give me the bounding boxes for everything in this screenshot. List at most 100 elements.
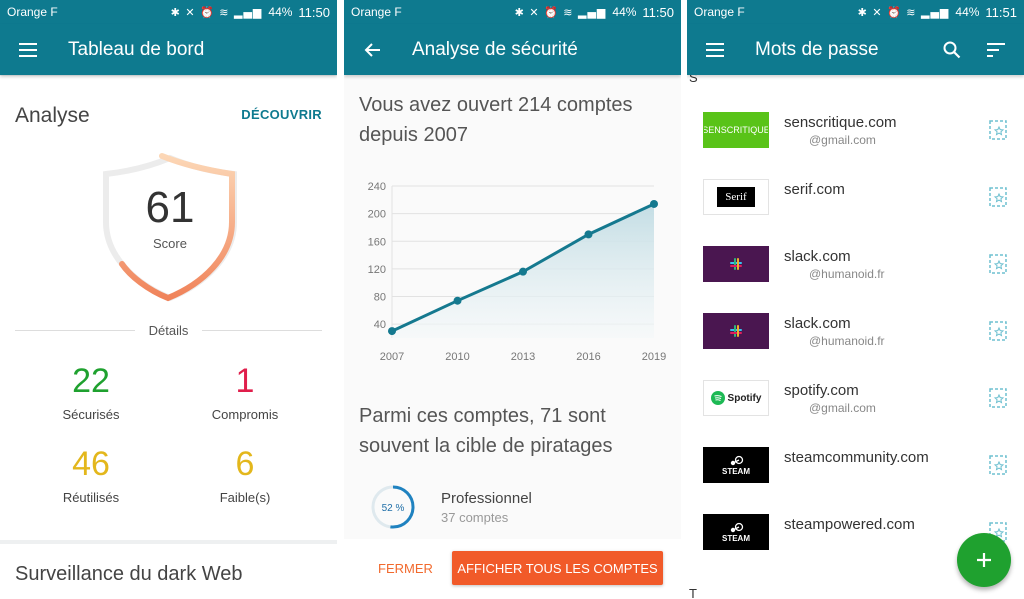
sort-icon[interactable] (984, 38, 1008, 62)
professional-progress-ring: 52 % (371, 485, 415, 529)
accounts-growth-chart: 40 80 120 160 200 240 2007 2010 2013 2016 2019 (368, 181, 667, 363)
battery-level: 44% (268, 5, 293, 19)
password-item[interactable]: slack.com @humanoid.fr (687, 301, 1024, 368)
password-item[interactable]: STEAM steamcommunity.com (687, 435, 1024, 502)
carrier-name: Orange F (7, 5, 58, 19)
chart-y-tick: 240 (368, 181, 386, 193)
score-value: 61 (145, 183, 195, 232)
app-bar: Tableau de bord (0, 24, 337, 75)
stat-weak-label: Faible(s) (219, 490, 271, 505)
copy-password-icon[interactable] (987, 252, 1011, 276)
site-name: serif.com (784, 181, 845, 198)
security-analysis-screen: Orange F ✱ ✕ ⏰ ≋ ▂▄▆ 44% 11:50 Analyse d… (344, 0, 681, 599)
chart-x-tick: 2010 (445, 351, 469, 363)
logo-text: Spotify (727, 392, 762, 404)
logo-text: STEAM (722, 466, 750, 476)
plus-icon (977, 553, 991, 567)
app-bar: Analyse de sécurité (344, 24, 681, 75)
analyse-title: Analyse (15, 104, 90, 127)
logo-text: STEAM (722, 533, 750, 543)
stat-weak-value: 6 (235, 445, 255, 483)
app-bar: Mots de passe (687, 24, 1024, 75)
chart-point (584, 230, 593, 239)
copy-password-icon[interactable] (987, 185, 1011, 209)
clock: 11:50 (642, 4, 674, 20)
status-icons: ✱ ✕ ⏰ ≋ ▂▄▆ (170, 5, 263, 19)
menu-icon[interactable] (16, 38, 40, 62)
add-password-button[interactable] (957, 533, 1011, 587)
stat-compromised[interactable]: 1 Compromis (175, 362, 315, 422)
show-all-accounts-button[interactable]: AFFICHER TOUS LES COMPTES (452, 551, 663, 585)
password-item[interactable]: SENSCRITIQUE senscritique.com @gmail.com (687, 100, 1024, 167)
site-name: slack.com (784, 248, 851, 265)
copy-password-icon[interactable] (987, 319, 1011, 343)
details-divider: Détails (15, 323, 322, 338)
clock: 11:51 (985, 4, 1017, 20)
page-title: Analyse de sécurité (412, 38, 578, 60)
passwords-screen: Orange F ✱ ✕ ⏰ ≋ ▂▄▆ 44% 11:51 Mots de p… (687, 0, 1024, 599)
stat-compromised-label: Compromis (211, 407, 279, 422)
accounts-headline: Vous avez ouvert 214 comptes depuis 2007 (359, 94, 633, 146)
battery-level: 44% (612, 5, 637, 19)
copy-password-icon[interactable] (987, 453, 1011, 477)
carrier-name: Orange F (351, 5, 402, 19)
action-footer: FERMER AFFICHER TOUS LES COMPTES (344, 539, 681, 599)
status-bar: Orange F ✱ ✕ ⏰ ≋ ▂▄▆ 44% 11:50 (344, 0, 681, 24)
battery-level: 44% (955, 5, 980, 19)
clock: 11:50 (298, 4, 330, 20)
professional-percent: 52 % (382, 503, 405, 514)
copy-password-icon[interactable] (987, 118, 1011, 142)
logo-text: SENSCRITIQUE (703, 125, 769, 135)
stat-compromised-value: 1 (235, 362, 255, 400)
close-button[interactable]: FERMER (378, 561, 433, 576)
stat-reused[interactable]: 46 Réutilisés (21, 445, 161, 505)
chart-x-tick: 2007 (380, 351, 404, 363)
stat-secure[interactable]: 22 Sécurisés (21, 362, 161, 422)
stat-reused-label: Réutilisés (62, 490, 120, 505)
status-icons: ✱ ✕ ⏰ ≋ ▂▄▆ (857, 5, 950, 19)
chart-point (453, 296, 462, 305)
dashboard-screen: Orange F ✱ ✕ ⏰ ≋ ▂▄▆ 44% 11:50 Tableau d… (0, 0, 337, 599)
chart-point (388, 327, 396, 336)
account-email: @gmail.com (809, 401, 876, 415)
chart-x-tick: 2013 (511, 351, 535, 363)
dark-web-card[interactable]: Surveillance du dark Web (0, 544, 337, 599)
password-item[interactable]: Serif serif.com (687, 167, 1024, 234)
copy-password-icon[interactable] (987, 386, 1011, 410)
dark-web-title: Surveillance du dark Web (15, 563, 243, 585)
analyse-card: Analyse DÉCOUVRIR 61 Score Détails 22 Sé… (0, 76, 337, 540)
slack-logo (703, 246, 769, 282)
site-name: senscritique.com (784, 114, 897, 131)
site-name: steampowered.com (784, 516, 915, 533)
discover-button[interactable]: DÉCOUVRIR (241, 107, 322, 122)
section-header-t: T (689, 586, 697, 599)
search-icon[interactable] (940, 38, 964, 62)
status-bar: Orange F ✱ ✕ ⏰ ≋ ▂▄▆ 44% 11:51 (687, 0, 1024, 24)
stat-weak[interactable]: 6 Faible(s) (175, 445, 315, 505)
carrier-name: Orange F (694, 5, 745, 19)
chart-y-tick: 40 (374, 319, 386, 331)
back-arrow-icon[interactable] (360, 38, 384, 62)
account-email: @humanoid.fr (809, 267, 885, 281)
account-email: @gmail.com (809, 133, 876, 147)
password-item[interactable]: Spotify spotify.com @gmail.com (687, 368, 1024, 435)
spotify-logo: Spotify (703, 380, 769, 416)
status-icons: ✱ ✕ ⏰ ≋ ▂▄▆ (514, 5, 607, 19)
steam-logo: STEAM (703, 447, 769, 483)
chart-y-tick: 80 (374, 292, 386, 304)
professional-count: 37 comptes (441, 510, 509, 525)
menu-icon[interactable] (703, 38, 727, 62)
chart-x-tick: 2016 (576, 351, 600, 363)
targeted-headline: Parmi ces comptes, 71 sont souvent la ci… (359, 405, 613, 457)
account-email: @humanoid.fr (809, 334, 885, 348)
password-item[interactable]: slack.com @humanoid.fr (687, 234, 1024, 301)
chart-point (519, 267, 527, 276)
logo-text: Serif (717, 187, 755, 207)
chart-y-tick: 200 (368, 209, 386, 221)
status-bar: Orange F ✱ ✕ ⏰ ≋ ▂▄▆ 44% 11:50 (0, 0, 337, 24)
senscritique-logo: SENSCRITIQUE (703, 112, 769, 148)
details-label: Détails (148, 323, 189, 338)
chart-point (650, 199, 658, 208)
stat-secure-label: Sécurisés (62, 407, 120, 422)
chart-x-tick: 2019 (642, 351, 666, 363)
